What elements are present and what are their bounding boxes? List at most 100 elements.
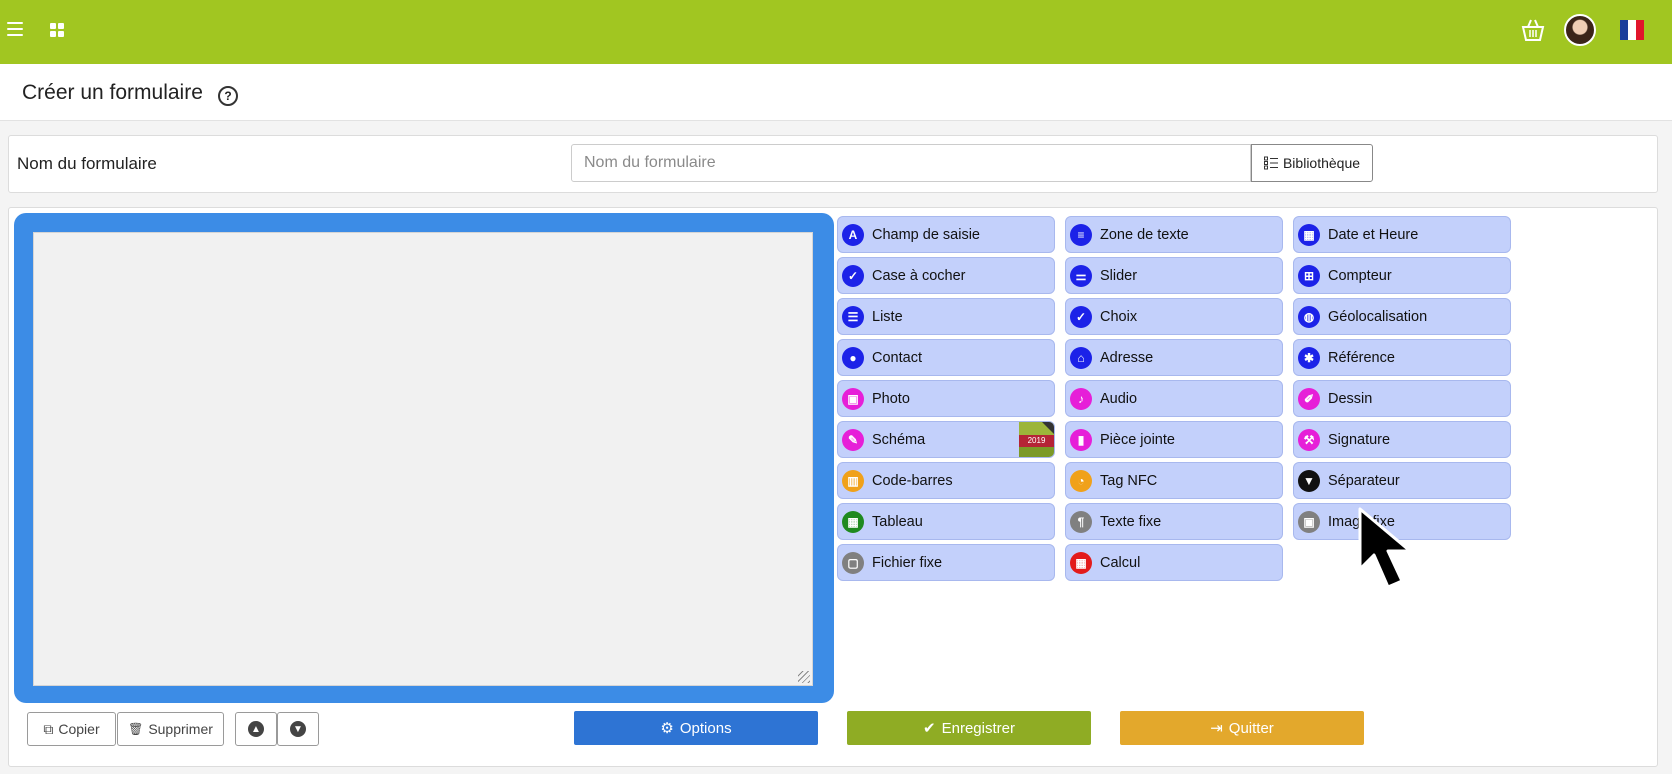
form-name-input[interactable] bbox=[571, 144, 1251, 182]
palette-item-label: Audio bbox=[1100, 390, 1138, 407]
palette-item-texte-fixe[interactable]: ¶ Texte fixe bbox=[1065, 503, 1283, 540]
move-up-button[interactable]: ▲ bbox=[235, 712, 277, 746]
palette-item-champ-de-saisie[interactable]: A Champ de saisie bbox=[837, 216, 1055, 253]
palette-item-tag-nfc[interactable]: ◔ Tag NFC bbox=[1065, 462, 1283, 499]
home-icon: ⌂ bbox=[1070, 346, 1092, 369]
calendar-icon: ▦ bbox=[1298, 223, 1320, 246]
user-icon: ● bbox=[842, 346, 864, 369]
palette-item-label: Compteur bbox=[1328, 267, 1392, 284]
align-left-icon: ≡ bbox=[1070, 223, 1092, 246]
palette-item-label: Tag NFC bbox=[1100, 472, 1158, 489]
palette-item-fichier-fixe[interactable]: ▢ Fichier fixe bbox=[837, 544, 1055, 581]
palette-item-référence[interactable]: ✱ Référence bbox=[1293, 339, 1511, 376]
palette-item-zone-de-texte[interactable]: ≡ Zone de texte bbox=[1065, 216, 1283, 253]
palette-item-calcul[interactable]: ▦ Calcul bbox=[1065, 544, 1283, 581]
grid-icon[interactable] bbox=[50, 23, 64, 37]
chevron-up-circle-icon: ▲ bbox=[248, 721, 264, 737]
sliders-icon: ⚌ bbox=[1070, 264, 1092, 287]
image-file-icon: ▣ bbox=[1298, 510, 1320, 533]
palette-item-label: Référence bbox=[1328, 349, 1395, 366]
microphone-icon: ♪ bbox=[1070, 387, 1092, 410]
palette-item-label: Géolocalisation bbox=[1328, 308, 1428, 325]
palette-item-label: Texte fixe bbox=[1100, 513, 1162, 530]
save-button-label: Enregistrer bbox=[941, 719, 1015, 737]
save-button[interactable]: ✔ Enregistrer bbox=[847, 711, 1091, 745]
palette-item-contact[interactable]: ● Contact bbox=[837, 339, 1055, 376]
options-button[interactable]: ⚙ Options bbox=[574, 711, 818, 745]
image-icon: ▣ bbox=[842, 387, 864, 410]
user-avatar[interactable] bbox=[1564, 14, 1596, 46]
title-bar: Créer un formulaire ? bbox=[0, 64, 1672, 121]
palette-item-label: Adresse bbox=[1100, 349, 1154, 366]
palette-item-label: Choix bbox=[1100, 308, 1138, 325]
palette-item-photo[interactable]: ▣ Photo bbox=[837, 380, 1055, 417]
flag-stripe-red bbox=[1636, 20, 1644, 40]
copy-icon: ⧉ bbox=[43, 720, 54, 737]
quit-button[interactable]: ⇥ Quitter bbox=[1120, 711, 1364, 745]
palette-item-géolocalisation[interactable]: ◍ Géolocalisation bbox=[1293, 298, 1511, 335]
french-flag-icon[interactable] bbox=[1620, 20, 1644, 40]
attachment-icon: ▮ bbox=[1070, 428, 1092, 451]
palette-item-séparateur[interactable]: ▼ Séparateur bbox=[1293, 462, 1511, 499]
palette-item-dessin[interactable]: ✐ Dessin bbox=[1293, 380, 1511, 417]
palette-item-label: Signature bbox=[1328, 431, 1391, 448]
palette-item-label: Photo bbox=[872, 390, 910, 407]
gear-icon: ⚙ bbox=[660, 720, 674, 737]
badge-year: 2019 bbox=[1019, 435, 1054, 447]
palette-item-signature[interactable]: ⚒ Signature bbox=[1293, 421, 1511, 458]
chevron-down-circle-icon: ▼ bbox=[290, 721, 306, 737]
library-button[interactable]: Bibliothèque bbox=[1251, 144, 1373, 182]
paragraph-icon: ¶ bbox=[1070, 510, 1092, 533]
form-canvas-frame bbox=[14, 213, 834, 703]
question-circle-icon[interactable]: ? bbox=[218, 86, 238, 106]
palette-item-adresse[interactable]: ⌂ Adresse bbox=[1065, 339, 1283, 376]
palette-item-label: Zone de texte bbox=[1100, 226, 1189, 243]
palette-item-slider[interactable]: ⚌ Slider bbox=[1065, 257, 1283, 294]
palette-item-schéma[interactable]: ✎ Schéma 2019 bbox=[837, 421, 1055, 458]
copy-button-label: Copier bbox=[58, 721, 100, 737]
copy-button[interactable]: ⧉ Copier bbox=[27, 712, 116, 746]
form-name-section: Nom du formulaire Bibliothèque bbox=[8, 135, 1658, 193]
pencil-icon: ✎ bbox=[842, 428, 864, 451]
resize-handle[interactable] bbox=[798, 671, 810, 683]
palette-item-label: Champ de saisie bbox=[872, 226, 980, 243]
palette-item-choix[interactable]: ✓ Choix bbox=[1065, 298, 1283, 335]
file-icon: ▢ bbox=[842, 551, 864, 574]
form-name-label: Nom du formulaire bbox=[17, 154, 157, 173]
delete-button[interactable]: 🗑 Supprimer bbox=[117, 712, 224, 746]
flag-stripe-white bbox=[1628, 20, 1636, 40]
calculator-icon: ▦ bbox=[1070, 551, 1092, 574]
palette-item-code-barres[interactable]: ▥ Code-barres bbox=[837, 462, 1055, 499]
form-canvas[interactable] bbox=[33, 232, 813, 686]
palette-item-compteur[interactable]: ⊞ Compteur bbox=[1293, 257, 1511, 294]
rss-icon: ◔ bbox=[1070, 469, 1092, 492]
check-circle-icon: ✓ bbox=[1070, 305, 1092, 328]
palette-item-pièce-jointe[interactable]: ▮ Pièce jointe bbox=[1065, 421, 1283, 458]
table-icon: ▦ bbox=[842, 510, 864, 533]
barcode-icon: ▥ bbox=[842, 469, 864, 492]
mouse-cursor-icon bbox=[1358, 507, 1412, 589]
page-title: Créer un formulaire bbox=[22, 81, 203, 104]
palette-item-liste[interactable]: ☰ Liste bbox=[837, 298, 1055, 335]
hamburger-icon[interactable] bbox=[7, 22, 23, 38]
palette-item-tableau[interactable]: ▦ Tableau bbox=[837, 503, 1055, 540]
basket-icon[interactable] bbox=[1518, 16, 1548, 44]
palette-item-label: Code-barres bbox=[872, 472, 953, 489]
palette-item-label: Séparateur bbox=[1328, 472, 1400, 489]
palette-item-label: Slider bbox=[1100, 267, 1138, 284]
palette-item-label: Liste bbox=[872, 308, 903, 325]
palette-item-label: Contact bbox=[872, 349, 922, 366]
new-badge: 2019 bbox=[1019, 422, 1054, 457]
palette-item-label: Case à cocher bbox=[872, 267, 966, 284]
palette-item-audio[interactable]: ♪ Audio bbox=[1065, 380, 1283, 417]
move-down-button[interactable]: ▼ bbox=[277, 712, 319, 746]
palette-item-label: Schéma bbox=[872, 431, 926, 448]
palette-item-case-à-cocher[interactable]: ✓ Case à cocher bbox=[837, 257, 1055, 294]
bookmark-icon: ▼ bbox=[1298, 469, 1320, 492]
palette-item-label: Tableau bbox=[872, 513, 923, 530]
palette-item-date-et-heure[interactable]: ▦ Date et Heure bbox=[1293, 216, 1511, 253]
list-icon: ☰ bbox=[842, 305, 864, 328]
checkbox-icon: ✓ bbox=[842, 264, 864, 287]
top-bar bbox=[0, 0, 1672, 64]
brush-icon: ✐ bbox=[1298, 387, 1320, 410]
